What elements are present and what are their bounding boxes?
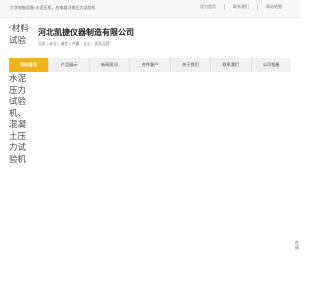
- main-nav: 网站首页 产品展示 新闻资讯 合作客户 关于我们 联系我们 公司相册: [9, 58, 291, 72]
- logo-alt-text: 材料试验: [9, 24, 29, 46]
- side-service-widget[interactable]: 在线: [295, 240, 300, 252]
- welcome-text: 大学电脑设备-水泥压机，应电器河南压力试验机: [10, 5, 96, 10]
- logo-broken-image[interactable]: "材料试验: [9, 24, 29, 47]
- top-links: 设为首页 联系我们 网站地图: [192, 4, 290, 10]
- top-bar: 大学电脑设备-水泥压机，应电器河南压力试验机 设为首页 联系我们 网站地图: [0, 0, 300, 18]
- nav-item-gallery[interactable]: 公司相册: [252, 58, 291, 72]
- nav-item-products[interactable]: 产品展示: [49, 58, 90, 72]
- nav-item-contact[interactable]: 联系我们: [211, 58, 252, 72]
- sitemap-link[interactable]: 网站地图: [257, 4, 290, 10]
- side-widget-label: 在线: [295, 240, 299, 250]
- banner-broken-image-alt: 水泥压力试验机、混凝土压力试验机: [9, 74, 27, 165]
- set-homepage-link[interactable]: 设为首页: [192, 4, 224, 10]
- nav-item-home[interactable]: 网站首页: [9, 58, 50, 72]
- slogan: 品质 / 安全 / 诚信 / 共赢 / 全心 · 优质品牌: [38, 41, 110, 46]
- company-name: 河北凯捷仪器制造有限公司: [38, 28, 134, 37]
- contact-us-link[interactable]: 联系我们: [224, 4, 257, 10]
- nav-item-clients[interactable]: 合作客户: [130, 58, 171, 72]
- nav-item-news[interactable]: 新闻资讯: [90, 58, 131, 72]
- nav-item-about[interactable]: 关于我们: [171, 58, 212, 72]
